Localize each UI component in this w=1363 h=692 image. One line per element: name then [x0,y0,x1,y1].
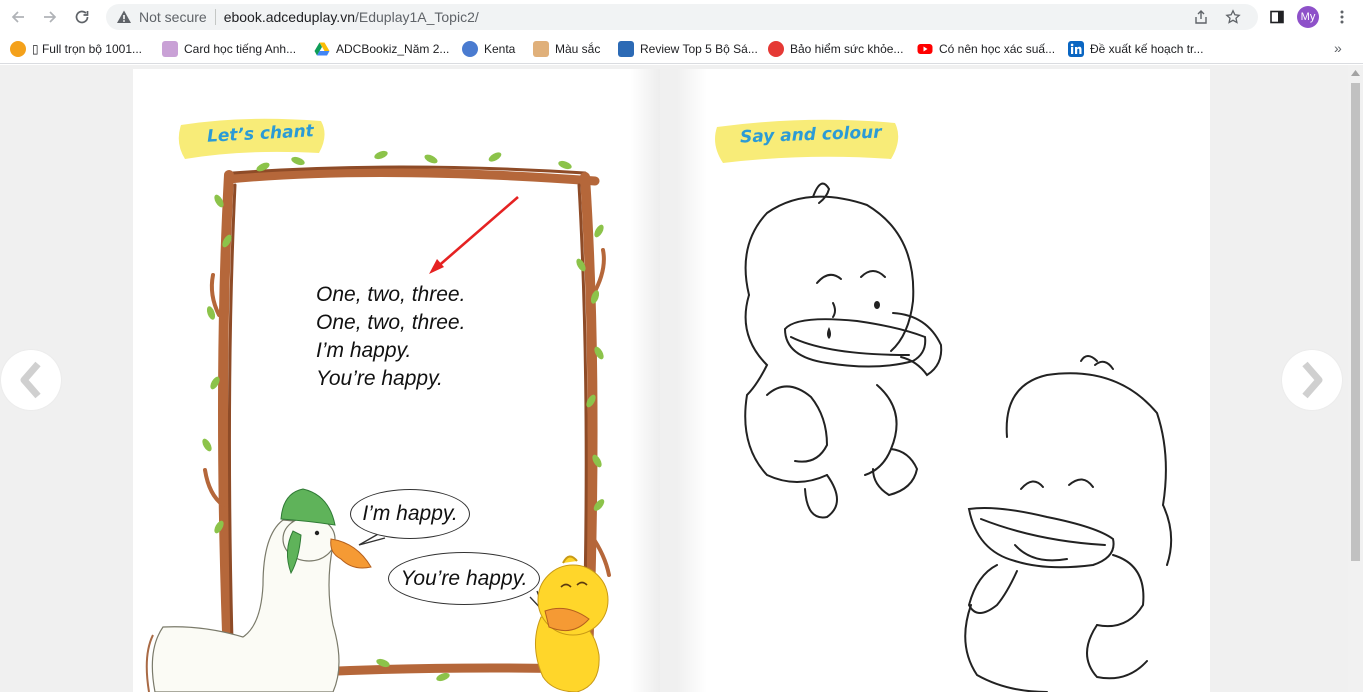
side-panel-icon [1270,10,1284,24]
speech-bubble-duck: You’re happy. [388,552,540,605]
bookmark-label: Có nên học xác suấ... [939,42,1056,56]
back-button[interactable] [2,1,34,33]
url-host: ebook.adceduplay.vn [223,9,355,25]
back-icon [11,11,24,23]
bookmark-item[interactable]: Card học tiếng Anh... [162,41,296,57]
bookmark-label: Review Top 5 Bộ Sá... [640,42,758,56]
bookmark-label: ADCBookiz_Năm 2... [336,42,450,56]
google-drive-icon [314,42,330,56]
chant-line: One, two, three. [316,283,466,306]
bookmark-favicon [768,41,784,57]
speech-bubble-goose: I’m happy. [350,489,470,539]
forward-button[interactable] [34,1,66,33]
bookmark-label: ▯ Full trọn bộ 1001... [32,42,142,56]
browser-menu-button[interactable] [1326,1,1358,33]
say-and-colour-illustration [715,119,1173,692]
url-text[interactable]: ebook.adceduplay.vn/Eduplay1A_Topic2/ [224,9,479,25]
bookmark-item[interactable]: Màu sắc [533,41,600,57]
bookmark-item[interactable]: Có nên học xác suấ... [917,41,1055,57]
scroll-up-arrow-icon[interactable] [1351,70,1360,76]
bookmark-favicon [162,41,178,57]
youtube-icon [917,44,933,54]
chevron-left-icon [20,361,41,399]
reload-icon [75,10,89,24]
forward-icon [44,11,57,23]
next-page-button[interactable] [1282,350,1342,410]
chant-text: One, two, three. One, two, three. I’m ha… [316,281,465,393]
bookmark-label: Bảo hiểm sức khỏe... [790,42,904,56]
bookmark-item[interactable]: Bảo hiểm sức khỏe... [768,41,903,57]
linkedin-icon [1068,41,1084,57]
speech-bubble-text: You’re happy. [400,566,528,590]
bookmark-item[interactable]: ▯ Full trọn bộ 1001... [10,41,142,57]
star-icon [1225,9,1241,24]
menu-icon [1340,10,1344,24]
browser-toolbar: Not secure ebook.adceduplay.vn/Eduplay1A… [0,0,1363,34]
bookmark-favicon [10,41,26,57]
bookmark-star-button[interactable] [1224,8,1242,26]
chant-line: One, two, three. [316,311,466,334]
bookmark-favicon [533,41,549,57]
bookmark-item[interactable]: Kenta [462,41,515,57]
profile-avatar[interactable]: My [1297,6,1319,28]
scrollbar-thumb[interactable] [1351,83,1360,561]
ebook-viewport: Let’s chant One, two, three. One, two, t… [0,65,1363,692]
speech-bubble-text: I’m happy. [362,502,458,525]
vertical-scrollbar[interactable] [1348,65,1363,692]
bookmark-favicon [462,41,478,57]
address-bar[interactable]: Not secure ebook.adceduplay.vn/Eduplay1A… [106,4,1258,30]
previous-page-button[interactable] [1,350,61,410]
bookmark-label: Màu sắc [555,42,601,56]
reload-button[interactable] [66,1,98,33]
share-button[interactable] [1192,8,1210,26]
chevron-right-icon [1302,361,1323,399]
chant-line: I’m happy. [316,339,412,362]
bookmark-item[interactable]: Đề xuất kế hoạch tr... [1068,41,1203,57]
omnibox-divider [214,9,216,25]
bookmarks-overflow-button[interactable]: » [1334,40,1342,56]
bookmark-item[interactable]: Review Top 5 Bộ Sá... [618,41,758,57]
warning-icon[interactable] [116,9,132,25]
bookmark-label: Card học tiếng Anh... [184,42,297,56]
bookmark-favicon [618,41,634,57]
book-spine-shadow-left [630,69,660,692]
bookmarks-bar: ▯ Full trọn bộ 1001... Card học tiếng An… [0,34,1363,64]
chant-line: You’re happy. [316,367,443,390]
url-path: /Eduplay1A_Topic2/ [355,9,479,25]
bookmark-label: Đề xuất kế hoạch tr... [1090,42,1204,56]
security-label[interactable]: Not secure [139,9,207,25]
side-panel-button[interactable] [1261,1,1293,33]
share-icon [1195,10,1207,24]
bookmark-item[interactable]: ADCBookiz_Năm 2... [314,41,449,57]
bookmark-label: Kenta [484,42,516,56]
